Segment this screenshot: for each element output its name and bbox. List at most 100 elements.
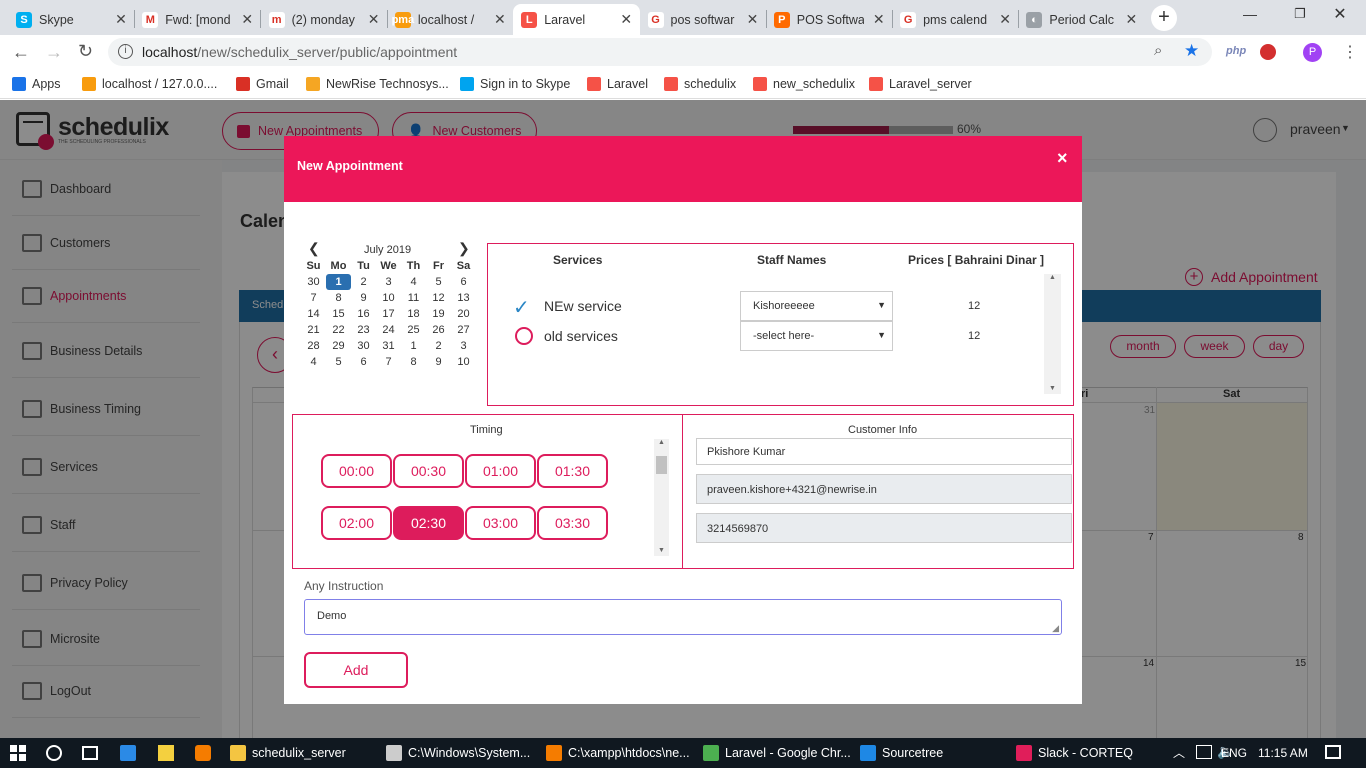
mini-calendar-day[interactable]: 24	[376, 322, 401, 338]
time-slot-button[interactable]: 00:00	[321, 454, 392, 488]
tab-close-icon[interactable]: ✕	[366, 11, 382, 28]
mini-calendar-day[interactable]: 19	[426, 306, 451, 322]
bookmark-item[interactable]: Apps	[12, 75, 61, 93]
time-slot-button[interactable]: 03:30	[537, 506, 608, 540]
taskbar-app-4[interactable]: Sourcetree	[860, 738, 943, 768]
reload-icon[interactable]: ↻	[78, 41, 93, 62]
mini-calendar-day[interactable]: 8	[326, 290, 351, 306]
mini-calendar-day[interactable]: 29	[326, 338, 351, 354]
mini-calendar-prev-icon[interactable]: ❮	[308, 240, 320, 257]
mini-calendar-day[interactable]: 15	[326, 306, 351, 322]
mini-calendar-day[interactable]: 26	[426, 322, 451, 338]
php-extension-icon[interactable]: php	[1226, 45, 1246, 57]
customer-name-field[interactable]: Pkishore Kumar	[696, 438, 1072, 465]
mini-calendar-day[interactable]: 6	[451, 274, 476, 290]
taskbar-app-3[interactable]: Laravel - Google Chr...	[703, 738, 851, 768]
bookmark-item[interactable]: Laravel_server	[869, 75, 972, 93]
tab-close-icon[interactable]: ✕	[618, 11, 634, 28]
staff-select[interactable]: -select here- ▼	[740, 321, 893, 351]
mini-calendar-day[interactable]: 3	[376, 274, 401, 290]
taskbar-app-5[interactable]: Slack - CORTEQ	[1016, 738, 1133, 768]
mini-calendar-day[interactable]: 6	[351, 354, 376, 370]
vscode-icon[interactable]	[120, 745, 136, 761]
browser-tab[interactable]: m (2) monday ✕	[261, 4, 388, 35]
window-close-button[interactable]: ✕	[1320, 4, 1360, 26]
check-icon[interactable]: ✓	[513, 295, 530, 320]
tab-close-icon[interactable]: ✕	[113, 11, 129, 28]
bookmark-item[interactable]: schedulix	[664, 75, 736, 93]
mini-calendar-day[interactable]: 4	[301, 354, 326, 370]
mini-calendar-day[interactable]: 21	[301, 322, 326, 338]
mini-calendar-day[interactable]: 1	[401, 338, 426, 354]
window-restore-button[interactable]: ❐	[1280, 6, 1320, 26]
mini-calendar-day[interactable]: 9	[426, 354, 451, 370]
browser-tab[interactable]: pma localhost / ✕	[387, 4, 514, 35]
browser-tab[interactable]: P POS Softwa ✕	[766, 4, 893, 35]
taskbar-app-2[interactable]: C:\xampp\htdocs\ne...	[546, 738, 690, 768]
mini-calendar-next-icon[interactable]: ❯	[458, 240, 470, 257]
zoom-icon[interactable]: ⌕	[1154, 42, 1162, 59]
mini-calendar-day[interactable]: 8	[401, 354, 426, 370]
taskbar-app-1[interactable]: C:\Windows\System...	[386, 738, 530, 768]
services-scrollbar[interactable]: ▲ ▼	[1044, 274, 1061, 394]
mini-calendar-day[interactable]: 5	[326, 354, 351, 370]
mini-calendar-day[interactable]: 14	[301, 306, 326, 322]
language-indicator[interactable]: ENG	[1221, 746, 1247, 760]
browser-tab[interactable]: Gpos softwar ✕	[640, 4, 767, 35]
bookmark-item[interactable]: Sign in to Skype	[460, 75, 570, 93]
staff-select[interactable]: Kishoreeeee ▼	[740, 291, 893, 321]
new-tab-button[interactable]: +	[1151, 5, 1177, 31]
browser-tab[interactable]: L Laravel ✕	[513, 4, 641, 35]
mini-calendar-day[interactable]: 2	[351, 274, 376, 290]
forward-icon[interactable]: →	[45, 42, 63, 63]
mini-calendar-day[interactable]: 10	[451, 354, 476, 370]
tray-chevron-icon[interactable]: ︿	[1173, 744, 1185, 761]
profile-avatar[interactable]: P	[1303, 43, 1322, 62]
mini-calendar-day[interactable]: 22	[326, 322, 351, 338]
mini-calendar-day[interactable]: 17	[376, 306, 401, 322]
network-icon[interactable]	[1196, 745, 1212, 759]
mini-calendar-day[interactable]: 4	[401, 274, 426, 290]
browser-tab[interactable]: ◐ Period Calc ✕	[1018, 4, 1145, 35]
mini-calendar-day[interactable]: 10	[376, 290, 401, 306]
tab-close-icon[interactable]: ✕	[871, 11, 887, 28]
browser-tab[interactable]: M Fwd: [mond ✕	[134, 4, 261, 35]
browser-tab[interactable]: S Skype ✕	[8, 4, 135, 35]
notifications-icon[interactable]	[1325, 745, 1341, 759]
mini-calendar-day[interactable]: 23	[351, 322, 376, 338]
timing-scrollbar[interactable]: ▲ ▼	[654, 439, 669, 556]
mini-calendar-day[interactable]: 27	[451, 322, 476, 338]
mini-calendar-day[interactable]: 25	[401, 322, 426, 338]
add-button[interactable]: Add	[304, 652, 408, 688]
instruction-textarea[interactable]: Demo ◢	[304, 599, 1062, 635]
bookmark-item[interactable]: Laravel	[587, 75, 648, 93]
mini-calendar-day[interactable]: 5	[426, 274, 451, 290]
omnibox[interactable]: i localhost/new/schedulix_server/public/…	[108, 38, 1212, 66]
task-view-icon[interactable]	[82, 746, 98, 760]
browser-tab[interactable]: Gpms calend ✕	[892, 4, 1019, 35]
taskbar-app-0[interactable]: schedulix_server	[230, 738, 346, 768]
bookmark-star-icon[interactable]: ★	[1184, 41, 1199, 61]
stop-extension-icon[interactable]	[1260, 44, 1276, 60]
customer-email-field[interactable]: praveen.kishore+4321@newrise.in	[696, 474, 1072, 504]
mini-calendar-day[interactable]: 28	[301, 338, 326, 354]
mini-calendar-day[interactable]: 7	[301, 290, 326, 306]
mini-calendar-day[interactable]: 12	[426, 290, 451, 306]
tab-close-icon[interactable]: ✕	[239, 11, 255, 28]
tab-close-icon[interactable]: ✕	[1123, 11, 1139, 28]
bookmark-item[interactable]: new_schedulix	[753, 75, 855, 93]
mini-calendar-day[interactable]: 30	[351, 338, 376, 354]
customer-phone-field[interactable]: 3214569870	[696, 513, 1072, 543]
windows-start-icon[interactable]	[10, 745, 26, 761]
window-minimize-button[interactable]: —	[1230, 6, 1270, 26]
mini-calendar-day[interactable]: 2	[426, 338, 451, 354]
mini-calendar-day[interactable]: 13	[451, 290, 476, 306]
mini-calendar-day[interactable]: 30	[301, 274, 326, 290]
time-slot-button[interactable]: 01:00	[465, 454, 536, 488]
clock[interactable]: 11:15 AM	[1258, 746, 1308, 760]
bookmark-item[interactable]: localhost / 127.0.0....	[82, 75, 217, 93]
mini-calendar-day[interactable]: 9	[351, 290, 376, 306]
time-slot-button[interactable]: 00:30	[393, 454, 464, 488]
mini-calendar-day[interactable]: 18	[401, 306, 426, 322]
mini-calendar-day[interactable]: 16	[351, 306, 376, 322]
